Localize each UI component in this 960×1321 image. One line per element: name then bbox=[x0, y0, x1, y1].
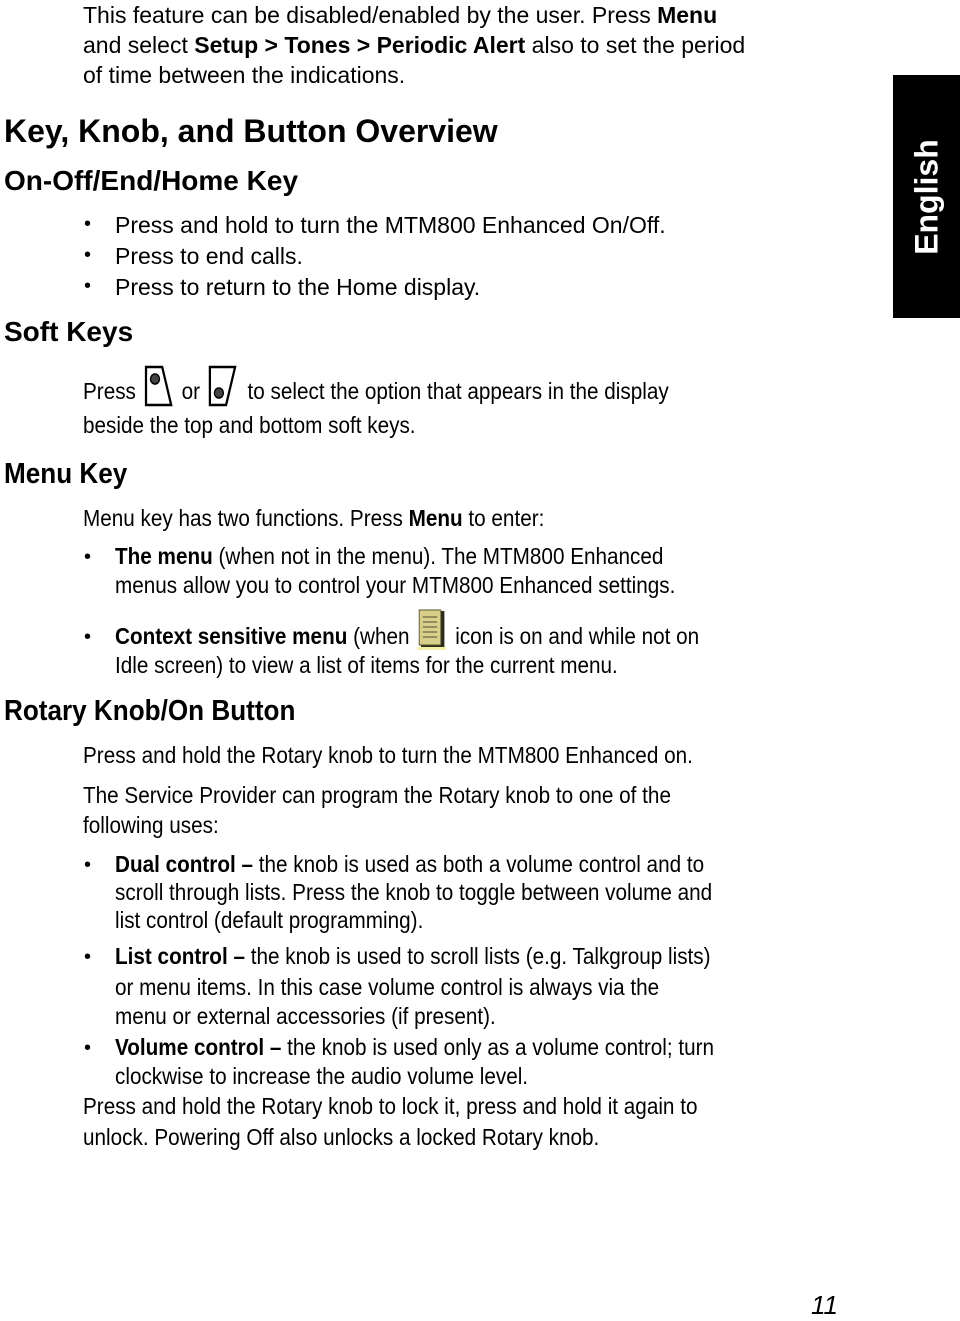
bullet-icon: • bbox=[84, 854, 92, 876]
dual-control-line-1: Dual control – the knob is used as both … bbox=[115, 851, 705, 877]
main-heading: Key, Knob, and Button Overview bbox=[4, 113, 498, 149]
language-tab: English bbox=[893, 75, 960, 318]
menu-item-2-line-2: Idle screen) to view a list of items for… bbox=[115, 652, 618, 678]
soft-keys-heading: Soft Keys bbox=[4, 316, 134, 347]
language-tab-label: English bbox=[908, 138, 944, 255]
bullet-icon: • bbox=[84, 1037, 92, 1059]
page-number: 11 bbox=[811, 1290, 838, 1320]
volume-control-line-1: Volume control – the knob is used only a… bbox=[115, 1034, 715, 1060]
on-off-item: Press and hold to turn the MTM800 Enhanc… bbox=[115, 212, 666, 238]
menu-item-1-line-1: The menu (when not in the menu). The MTM… bbox=[115, 543, 664, 569]
bullet-icon: • bbox=[84, 546, 92, 568]
dual-control-line-3: list control (default programming). bbox=[115, 907, 424, 933]
list-control-line-1: List control – the knob is used to scrol… bbox=[115, 943, 711, 969]
menu-item-1-line-2: menus allow you to control your MTM800 E… bbox=[115, 572, 676, 598]
rotary-para-2-line-2: following uses: bbox=[83, 812, 219, 838]
list-control-line-2: or menu items. In this case volume contr… bbox=[115, 974, 660, 1000]
on-off-item: Press to end calls. bbox=[115, 243, 303, 269]
bullet-icon: • bbox=[84, 244, 92, 266]
soft-keys-line-2: beside the top and bottom soft keys. bbox=[83, 412, 416, 438]
top-soft-key-icon bbox=[145, 365, 173, 407]
bullet-icon: • bbox=[84, 626, 92, 648]
intro-line-2: and select Setup > Tones > Periodic Aler… bbox=[83, 32, 746, 58]
menu-item-2-line-1: Context sensitive menu (when icon is on … bbox=[115, 609, 699, 651]
bullet-icon: • bbox=[84, 946, 92, 968]
menu-key-intro: Menu key has two functions. Press Menu t… bbox=[83, 505, 545, 531]
rotary-para-2-line-1: The Service Provider can program the Rot… bbox=[83, 782, 671, 808]
bullet-icon: • bbox=[84, 275, 92, 297]
rotary-heading: Rotary Knob/On Button bbox=[4, 695, 296, 727]
soft-keys-line-1: Press or to select the option that appea… bbox=[83, 365, 669, 408]
menu-key-heading: Menu Key bbox=[4, 458, 128, 490]
intro-line-1: This feature can be disabled/enabled by … bbox=[83, 2, 718, 28]
on-off-heading: On-Off/End/Home Key bbox=[4, 165, 299, 196]
rotary-para-1: Press and hold the Rotary knob to turn t… bbox=[83, 742, 693, 768]
dual-control-line-2: scroll through lists. Press the knob to … bbox=[115, 879, 713, 905]
rotary-closing-line-2: unlock. Powering Off also unlocks a lock… bbox=[83, 1124, 600, 1150]
bullet-icon: • bbox=[84, 213, 92, 235]
volume-control-line-2: clockwise to increase the audio volume l… bbox=[115, 1063, 529, 1089]
intro-line-3: of time between the indications. bbox=[83, 62, 406, 88]
on-off-item: Press to return to the Home display. bbox=[115, 274, 481, 300]
context-menu-icon bbox=[417, 609, 446, 650]
list-control-line-3: menu or external accessories (if present… bbox=[115, 1003, 496, 1029]
bottom-soft-key-icon bbox=[209, 365, 237, 407]
rotary-closing-line-1: Press and hold the Rotary knob to lock i… bbox=[83, 1093, 698, 1119]
